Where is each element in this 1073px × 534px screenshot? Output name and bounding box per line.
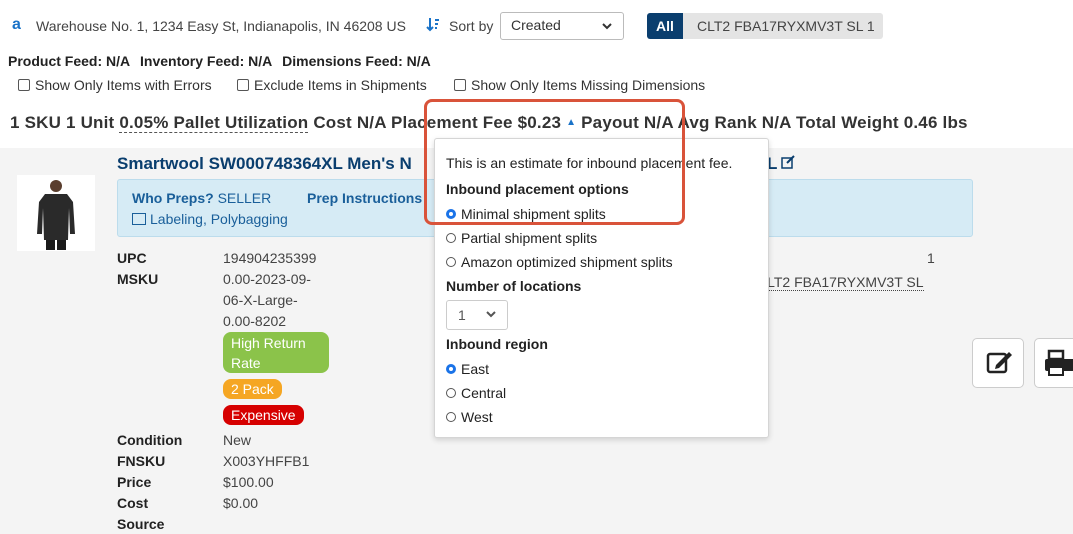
msku-value-line2: 06-X-Large-: [223, 292, 298, 308]
product-feed: Product Feed: N/A: [8, 53, 131, 69]
chevron-down-icon: [601, 19, 613, 35]
summary-avg-rank: Avg Rank N/A: [677, 113, 792, 132]
summary-cost: Cost N/A: [313, 113, 387, 132]
dimensions-feed: Dimensions Feed: N/A: [282, 53, 431, 69]
sort-icon: [426, 18, 439, 32]
inventory-feed: Inventory Feed: N/A: [140, 53, 273, 69]
locations-select-value: 1: [458, 307, 466, 323]
condition-value: New: [223, 432, 252, 448]
warehouse-address: Warehouse No. 1, 1234 Easy St, Indianapo…: [36, 18, 406, 34]
chevron-down-icon: [485, 308, 497, 323]
price-label: Price: [117, 474, 152, 490]
print-icon: [1045, 349, 1073, 376]
upc-label: UPC: [117, 250, 147, 266]
fnsku-label: FNSKU: [117, 453, 166, 469]
highlight-annotation: [424, 99, 685, 225]
fnsku-value: X003YHFFB1: [223, 453, 310, 469]
filter-missing-dims-checkbox[interactable]: Show Only Items Missing Dimensions: [454, 77, 705, 93]
amazon-icon: a: [12, 16, 21, 33]
cost-label: Cost: [117, 495, 149, 511]
condition-label: Condition: [117, 432, 183, 448]
edit-title-icon[interactable]: [781, 155, 795, 172]
radio-amazon-optimized[interactable]: Amazon optimized shipment splits: [446, 254, 673, 270]
badge-high-return-line1: High Return: [231, 335, 306, 351]
shipment-batch-label[interactable]: CLT2 FBA17RYXMV3T SL: [757, 274, 924, 291]
summary-pallet[interactable]: 0.05% Pallet Utilization: [119, 113, 309, 133]
shipment-batch: CLT2 FBA17RYXMV3T SL: [757, 274, 924, 291]
checkbox-icon[interactable]: [18, 79, 30, 91]
radio-region-central-label: Central: [461, 385, 507, 401]
sort-select-value: Created: [511, 17, 561, 33]
checkbox-icon[interactable]: [454, 79, 466, 91]
badge-pack: 2 Pack: [223, 379, 282, 399]
labeling-info: Labeling, Polybagging: [132, 211, 288, 227]
who-preps-label: Who Preps?: [132, 190, 214, 206]
feeds-status: Product Feed: N/A Inventory Feed: N/A Di…: [8, 53, 437, 69]
sort-select[interactable]: Created: [500, 12, 624, 40]
who-preps-value: SELLER: [217, 190, 272, 206]
radio-region-west[interactable]: West: [446, 409, 493, 425]
print-button[interactable]: [1034, 338, 1073, 388]
filter-exclude-label: Exclude Items in Shipments: [254, 77, 427, 93]
list-icon: [132, 213, 146, 225]
badge-high-return-rate: High Return Rate: [223, 332, 329, 373]
radio-partial-splits[interactable]: Partial shipment splits: [446, 230, 597, 246]
checkbox-icon[interactable]: [237, 79, 249, 91]
filter-errors-checkbox[interactable]: Show Only Items with Errors: [18, 77, 212, 93]
summary-sku-units: 1 SKU 1 Unit: [10, 113, 115, 132]
summary-total-weight: Total Weight 0.46 lbs: [795, 113, 968, 132]
radio-selected-icon[interactable]: [446, 364, 456, 374]
radio-region-west-label: West: [461, 409, 493, 425]
filter-batch-button[interactable]: CLT2 FBA17RYXMV3T SL 1: [683, 13, 883, 39]
cost-value: $0.00: [223, 495, 259, 511]
badge-expensive: Expensive: [223, 405, 304, 425]
quantity-value: 1: [927, 250, 935, 266]
price-value: $100.00: [223, 474, 274, 490]
source-label: Source: [117, 516, 165, 532]
locations-select[interactable]: 1: [446, 300, 508, 330]
msku-value-line1: 0.00-2023-09-: [223, 271, 311, 287]
radio-unselected-icon[interactable]: [446, 257, 456, 267]
prep-instructions-link[interactable]: Prep Instructions: [307, 190, 422, 206]
region-heading: Inbound region: [446, 336, 548, 352]
product-thumbnail[interactable]: [33, 178, 79, 250]
msku-label: MSKU: [117, 271, 159, 287]
radio-region-east-label: East: [461, 361, 490, 377]
filter-missing-dims-label: Show Only Items Missing Dimensions: [471, 77, 706, 93]
locations-heading: Number of locations: [446, 278, 582, 294]
upc-value: 194904235399: [223, 250, 317, 266]
radio-amazon-optimized-label: Amazon optimized shipment splits: [461, 254, 673, 270]
filter-exclude-checkbox[interactable]: Exclude Items in Shipments: [237, 77, 427, 93]
edit-button[interactable]: [972, 338, 1024, 388]
radio-region-east[interactable]: East: [446, 361, 489, 377]
radio-region-central[interactable]: Central: [446, 385, 506, 401]
sort-control[interactable]: [426, 17, 440, 36]
badge-high-return-line2: Rate: [231, 355, 261, 371]
who-preps: Who Preps? SELLER: [132, 190, 271, 206]
radio-partial-splits-label: Partial shipment splits: [461, 230, 598, 246]
filter-errors-label: Show Only Items with Errors: [35, 77, 212, 93]
radio-unselected-icon[interactable]: [446, 233, 456, 243]
filter-all-button[interactable]: All: [647, 13, 683, 39]
labeling-text: Labeling, Polybagging: [150, 211, 288, 227]
edit-icon: [986, 352, 1012, 374]
product-title[interactable]: Smartwool SW000748364XL Men's N: [117, 154, 412, 174]
msku-value-line3: 0.00-8202: [223, 313, 287, 329]
radio-unselected-icon[interactable]: [446, 412, 456, 422]
sort-by-label: Sort by: [449, 18, 494, 34]
radio-unselected-icon[interactable]: [446, 388, 456, 398]
